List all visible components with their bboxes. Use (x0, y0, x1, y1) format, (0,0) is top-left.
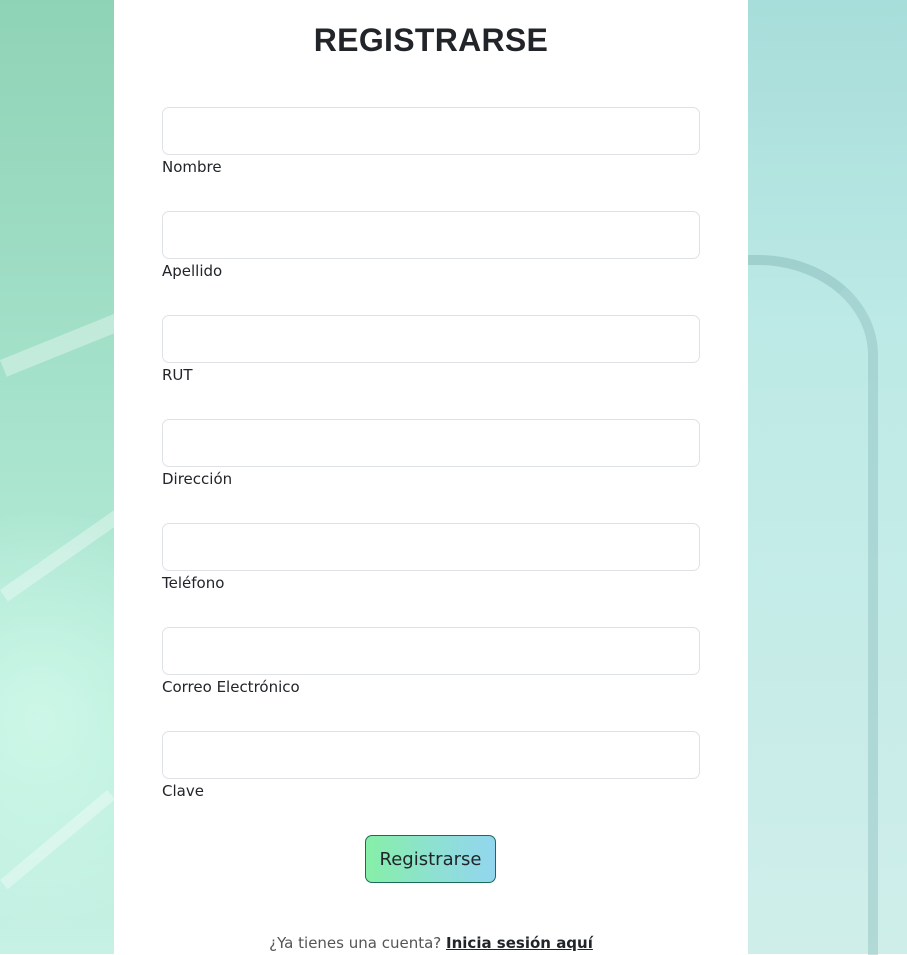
field-correo: Correo Electrónico (162, 627, 700, 696)
register-button[interactable]: Registrarse (365, 835, 496, 883)
nombre-input[interactable] (162, 107, 700, 155)
direccion-label: Dirección (162, 470, 700, 488)
clave-input[interactable] (162, 731, 700, 779)
rut-label: RUT (162, 366, 700, 384)
field-rut: RUT (162, 315, 700, 384)
page-title: REGISTRARSE (114, 22, 748, 59)
telefono-label: Teléfono (162, 574, 700, 592)
login-prompt-text: ¿Ya tienes una cuenta? (269, 934, 441, 952)
field-apellido: Apellido (162, 211, 700, 280)
apellido-input[interactable] (162, 211, 700, 259)
field-direccion: Dirección (162, 419, 700, 488)
clave-label: Clave (162, 782, 700, 800)
field-telefono: Teléfono (162, 523, 700, 592)
correo-input[interactable] (162, 627, 700, 675)
field-clave: Clave (162, 731, 700, 800)
apellido-label: Apellido (162, 262, 700, 280)
rut-input[interactable] (162, 315, 700, 363)
telefono-input[interactable] (162, 523, 700, 571)
background-arch (748, 255, 878, 955)
nombre-label: Nombre (162, 158, 700, 176)
register-panel: REGISTRARSE Nombre Apellido RUT Direcció… (114, 0, 748, 954)
correo-label: Correo Electrónico (162, 678, 700, 696)
direccion-input[interactable] (162, 419, 700, 467)
field-nombre: Nombre (162, 107, 700, 176)
login-prompt: ¿Ya tienes una cuenta? Inicia sesión aqu… (114, 934, 748, 952)
login-link[interactable]: Inicia sesión aquí (446, 934, 593, 952)
